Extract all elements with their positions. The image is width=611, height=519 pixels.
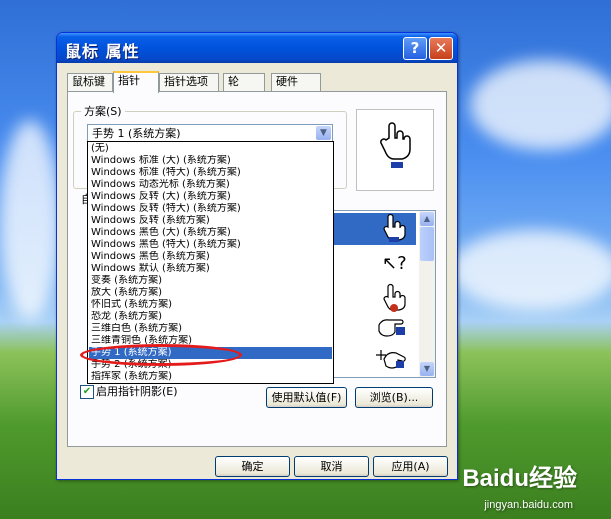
apply-button[interactable]: 应用(A) <box>373 456 448 477</box>
annotation-ellipse <box>80 344 242 366</box>
cursor-list-scrollbar[interactable]: ▲ ▼ <box>419 211 435 377</box>
chevron-down-icon[interactable]: ▼ <box>316 126 331 140</box>
tab-pointer-options[interactable]: 指针选项 <box>159 73 219 91</box>
scheme-combobox[interactable]: 手势 1 (系统方案) ▼ <box>87 124 333 142</box>
watermark-url: jingyan.baidu.com <box>484 499 573 511</box>
tab-pointers[interactable]: 指针 <box>113 71 159 93</box>
tab-hardware[interactable]: 硬件 <box>271 73 321 91</box>
cloud <box>470 60 611 150</box>
cloud <box>0 120 60 320</box>
scheme-combobox-value: 手势 1 (系统方案) <box>92 127 181 140</box>
scheme-option[interactable]: Windows 默认 (系统方案) <box>89 263 332 275</box>
scheme-option[interactable]: Windows 标准 (大) (系统方案) <box>89 155 332 167</box>
window-title: 鼠标 属性 <box>65 42 140 61</box>
scheme-option[interactable]: Windows 动态光标 (系统方案) <box>89 179 332 191</box>
tab-wheel[interactable]: 轮 <box>223 73 265 91</box>
scheme-option[interactable]: 放大 (系统方案) <box>89 287 332 299</box>
pointer-shadow-checkbox[interactable]: ✔ <box>80 385 94 399</box>
hand-precision-icon <box>376 350 406 369</box>
scheme-option[interactable]: 怀旧式 (系统方案) <box>89 299 332 311</box>
scheme-option[interactable]: Windows 黑色 (特大) (系统方案) <box>89 239 332 251</box>
scheme-option[interactable]: 恐龙 (系统方案) <box>89 311 332 323</box>
help-select-icon: ↖? <box>382 253 407 274</box>
scroll-up-icon[interactable]: ▲ <box>420 212 434 226</box>
title-bar[interactable]: 鼠标 属性 ? ✕ <box>57 33 457 63</box>
ok-button[interactable]: 确定 <box>215 456 290 477</box>
use-default-button[interactable]: 使用默认值(F) <box>266 387 347 408</box>
cancel-button[interactable]: 取消 <box>294 456 369 477</box>
scheme-option[interactable]: Windows 标准 (特大) (系统方案) <box>89 167 332 179</box>
scheme-option[interactable]: 三维白色 (系统方案) <box>89 323 332 335</box>
browse-button[interactable]: 浏览(B)... <box>355 387 433 408</box>
close-button[interactable]: ✕ <box>429 37 453 60</box>
scheme-option[interactable]: 变奏 (系统方案) <box>89 275 332 287</box>
scheme-option[interactable]: 指挥家 (系统方案) <box>89 371 332 383</box>
hand-pointer-icon <box>380 122 411 168</box>
hand-busy-icon <box>383 283 406 312</box>
hand-working-icon <box>378 319 405 337</box>
pointer-shadow-label: 启用指针阴影(E) <box>96 385 178 398</box>
help-button[interactable]: ? <box>403 37 427 60</box>
pointer-preview <box>356 109 434 191</box>
scheme-option[interactable]: Windows 反转 (大) (系统方案) <box>89 191 332 203</box>
tab-buttons[interactable]: 鼠标键 <box>67 73 113 91</box>
scheme-option[interactable]: (无) <box>89 143 332 155</box>
cloud <box>450 230 611 310</box>
scheme-group-label: 方案(S) <box>81 103 125 119</box>
watermark-brand: Baidu经验 <box>462 465 577 492</box>
scheme-option[interactable]: Windows 黑色 (系统方案) <box>89 251 332 263</box>
scheme-option[interactable]: Windows 黑色 (大) (系统方案) <box>89 227 332 239</box>
scheme-option[interactable]: Windows 反转 (特大) (系统方案) <box>89 203 332 215</box>
hand-pointer-icon <box>383 213 406 242</box>
scroll-down-icon[interactable]: ▼ <box>420 362 434 376</box>
scheme-option[interactable]: Windows 反转 (系统方案) <box>89 215 332 227</box>
scroll-thumb[interactable] <box>420 227 434 261</box>
